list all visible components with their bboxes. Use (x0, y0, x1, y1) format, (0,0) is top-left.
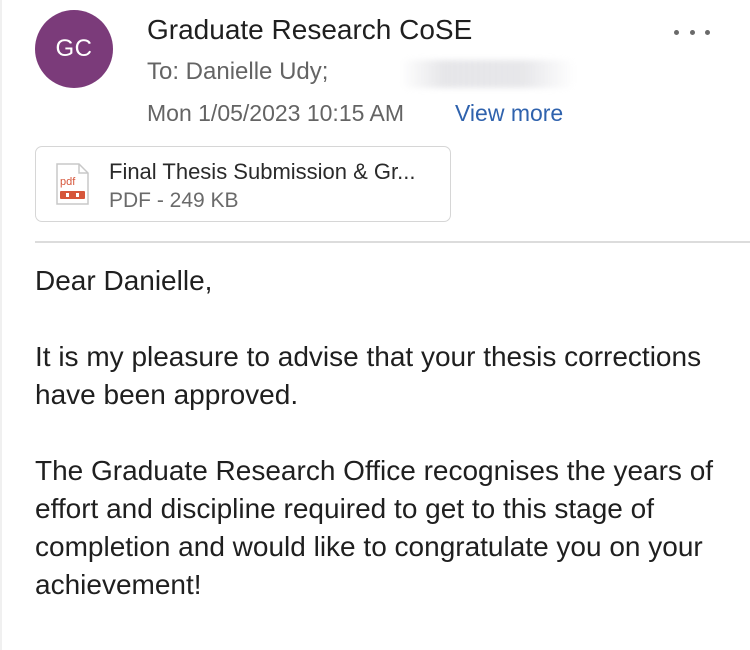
pdf-icon-label: pdf (60, 176, 76, 188)
message-header: GC Graduate Research CoSE To: Danielle U… (0, 0, 750, 242)
more-dot (689, 29, 695, 35)
view-more-link[interactable]: View more (455, 100, 563, 127)
avatar-initials: GC (55, 35, 93, 62)
more-dot (674, 29, 679, 35)
more-options-icon[interactable] (674, 20, 710, 44)
attachment-name: Final Thesis Submission & Gr... (109, 159, 416, 184)
attachment-card[interactable]: pdf Final Thesis Submission & Gr... PDF … (35, 146, 451, 222)
redacted-recipients (400, 60, 575, 88)
sent-timestamp: Mon 1/05/2023 10:15 AM (147, 100, 405, 126)
sender-avatar[interactable]: GC (35, 10, 113, 88)
more-dot (705, 29, 710, 35)
greeting: Dear Danielle, (35, 265, 213, 296)
body-paragraph: The Graduate Research Office recognises … (35, 455, 714, 600)
recipients-line[interactable]: To: Danielle Udy; (147, 58, 328, 86)
pdf-file-icon: pdf (56, 163, 89, 205)
attachment-meta: PDF - 249 KB (109, 189, 239, 212)
message-body: Dear Danielle, It is my pleasure to advi… (35, 262, 725, 642)
sender-name[interactable]: Graduate Research CoSE (147, 14, 472, 46)
body-paragraph: It is my pleasure to advise that your th… (35, 341, 702, 410)
header-divider (35, 241, 750, 243)
